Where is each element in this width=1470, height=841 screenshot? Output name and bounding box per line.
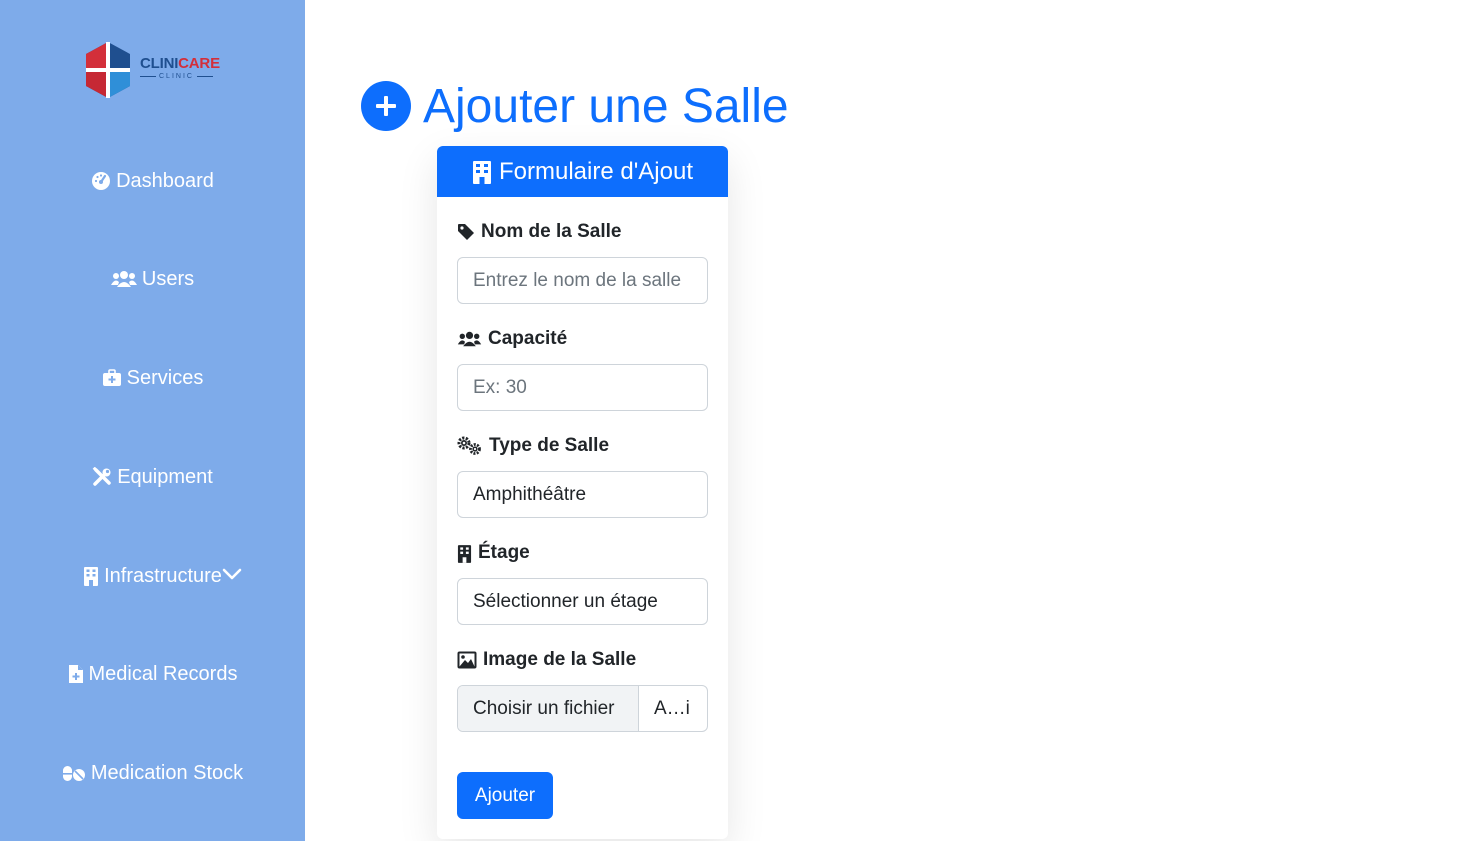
room-image-label-text: Image de la Salle [483, 649, 637, 670]
room-type-select[interactable]: Amphithéâtre [457, 471, 708, 518]
sidebar-item-label: Medication Stock [90, 761, 244, 784]
submit-button-label: Ajouter [474, 784, 536, 806]
brand-subtitle-row: CLINIC [140, 73, 220, 80]
sidebar-item-label: Infrastructure [104, 564, 222, 587]
chevron-down-icon[interactable] [222, 564, 242, 584]
plus-circle-icon [361, 81, 411, 131]
floor-label-text: Étage [478, 542, 530, 563]
clinicare-logo-icon [86, 42, 130, 98]
gauge-icon [91, 171, 111, 191]
brand-subtitle: CLINIC [159, 73, 194, 80]
add-room-form-card: Formulaire d'Ajout Nom de la Salle Capac… [437, 146, 728, 839]
sidebar-item-label: Users [141, 267, 195, 290]
room-type-label: Type de Salle [457, 434, 609, 458]
tools-icon [92, 467, 112, 487]
page-title-text: Ajouter une Salle [423, 79, 789, 133]
image-icon [457, 651, 477, 669]
sidebar-item-label: Services [126, 366, 204, 389]
brand-name-part1: CLINI [140, 55, 179, 72]
form-card-header: Formulaire d'Ajout [437, 146, 728, 197]
selected-file-name-text: A…i [654, 697, 690, 719]
building-icon [472, 160, 492, 184]
sidebar-item-label: Dashboard [116, 169, 214, 192]
users-icon [457, 330, 482, 348]
brand-name: CLINICARE [140, 56, 220, 71]
choose-file-label: Choisir un fichier [473, 697, 615, 719]
sidebar-item-users[interactable]: Users [0, 259, 305, 299]
floor-selected-value: Sélectionner un étage [473, 590, 658, 612]
sidebar-item-label: Equipment [117, 465, 213, 488]
sidebar: CLINICARE CLINIC Dashboard Users Service… [0, 0, 305, 841]
sidebar-item-label: Medical Records [88, 662, 238, 685]
building-icon [457, 544, 472, 563]
selected-file-name: A…i [639, 686, 707, 731]
file-medical-icon [68, 664, 84, 684]
floor-label: Étage [457, 541, 530, 565]
room-image-label: Image de la Salle [457, 648, 636, 672]
room-name-label-text: Nom de la Salle [481, 221, 622, 242]
sidebar-item-infrastructure[interactable]: Infrastructure [0, 556, 305, 596]
users-icon [110, 269, 137, 289]
form-card-title: Formulaire d'Ajout [499, 157, 693, 185]
medical-kit-icon [102, 368, 122, 388]
sidebar-item-services[interactable]: Services [0, 358, 305, 398]
floor-select[interactable]: Sélectionner un étage [457, 578, 708, 625]
sidebar-item-medical-records[interactable]: Medical Records [0, 654, 305, 694]
sidebar-item-equipment[interactable]: Equipment [0, 457, 305, 497]
room-name-input[interactable] [457, 257, 708, 304]
pills-icon [62, 763, 86, 783]
capacity-label: Capacité [457, 327, 567, 351]
choose-file-button[interactable]: Choisir un fichier [458, 686, 639, 731]
capacity-input[interactable] [457, 364, 708, 411]
add-room-submit-button[interactable]: Ajouter [457, 772, 553, 819]
tag-icon [457, 223, 475, 241]
building-icon [83, 566, 99, 586]
sidebar-item-dashboard[interactable]: Dashboard [0, 161, 305, 201]
sidebar-item-medication-stock[interactable]: Medication Stock [0, 753, 305, 793]
brand-logo[interactable]: CLINICARE CLINIC [82, 40, 222, 100]
app-root: CLINICARE CLINIC Dashboard Users Service… [0, 0, 1470, 841]
page-title: Ajouter une Salle [361, 78, 789, 134]
brand-name-part2: CARE [178, 55, 220, 72]
room-image-file-input: Choisir un fichier A…i [457, 685, 708, 732]
brand-text: CLINICARE CLINIC [140, 56, 220, 80]
capacity-label-text: Capacité [488, 328, 568, 349]
room-type-selected-value: Amphithéâtre [473, 483, 587, 505]
room-type-label-text: Type de Salle [489, 435, 610, 456]
gears-icon [457, 436, 483, 456]
room-name-label: Nom de la Salle [457, 220, 621, 244]
